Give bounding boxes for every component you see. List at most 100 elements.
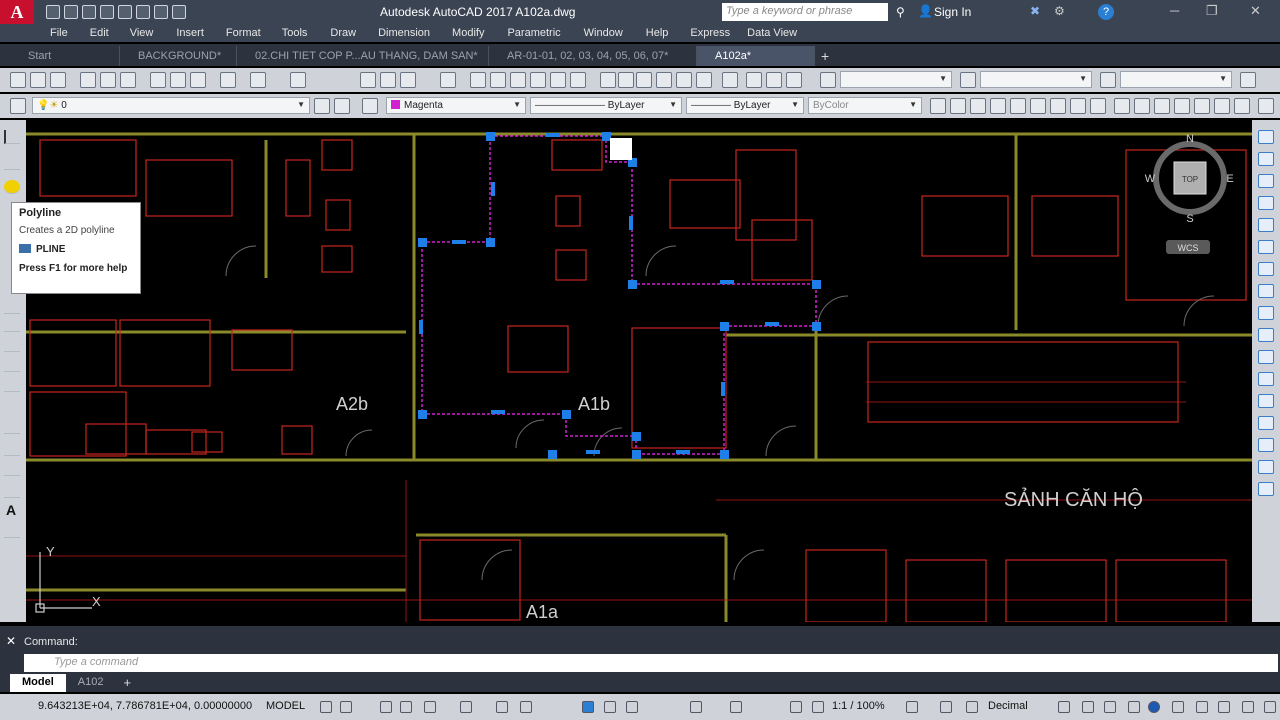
construction-line-icon[interactable] [4, 156, 20, 170]
pan-icon[interactable] [360, 72, 376, 88]
hardware-acceleration-icon[interactable] [1128, 701, 1140, 713]
ortho-icon[interactable] [424, 701, 436, 713]
customization-icon[interactable] [1196, 701, 1208, 713]
layer-iso-icon[interactable] [362, 98, 378, 114]
undo-icon[interactable] [250, 72, 266, 88]
tolerance-icon[interactable] [1194, 98, 1210, 114]
join-icon[interactable] [1258, 394, 1274, 408]
menu-insert[interactable]: Insert [176, 27, 204, 39]
save-icon[interactable] [82, 5, 96, 19]
zoom-realtime-icon[interactable] [380, 72, 396, 88]
selection-grips[interactable] [418, 132, 821, 459]
copy-icon[interactable] [170, 72, 186, 88]
dynamic-input-icon[interactable] [400, 701, 412, 713]
tab-start[interactable]: Start [10, 46, 120, 66]
revcloud-icon[interactable] [4, 300, 20, 314]
dim-style-select[interactable]: ▼ [980, 71, 1092, 88]
center-mark-icon[interactable] [1214, 98, 1230, 114]
text-style-manager-icon[interactable] [820, 72, 836, 88]
qnew-icon[interactable] [10, 72, 26, 88]
command-input[interactable]: Type a command [24, 654, 1278, 672]
make-current-icon[interactable] [314, 98, 330, 114]
diameter-icon[interactable] [1050, 98, 1066, 114]
infer-constraints-icon[interactable] [380, 701, 392, 713]
layer-select[interactable]: 💡☀ 0 ▼ [32, 97, 310, 114]
text-size-icon[interactable] [722, 72, 738, 88]
paste-icon[interactable] [190, 72, 206, 88]
menu-tools[interactable]: Tools [282, 27, 308, 39]
jogged-icon[interactable] [1030, 98, 1046, 114]
binoculars-icon[interactable]: ⚲ [896, 5, 905, 19]
open-icon[interactable] [30, 72, 46, 88]
cut-icon[interactable] [150, 72, 166, 88]
extend-icon[interactable] [1258, 350, 1274, 364]
close-icon[interactable]: ✕ [1250, 3, 1261, 19]
radius-icon[interactable] [1010, 98, 1026, 114]
polyline-icon[interactable] [4, 180, 20, 194]
new-tab-button[interactable]: + [821, 48, 829, 66]
add-selected-icon[interactable] [4, 524, 20, 538]
markup-icon[interactable] [550, 72, 566, 88]
move-icon[interactable] [1258, 240, 1274, 254]
graphics-performance-icon[interactable] [1172, 701, 1184, 713]
help-icon[interactable] [600, 72, 616, 88]
sign-in-button[interactable]: Sign In [934, 5, 971, 19]
menu-format[interactable]: Format [226, 27, 261, 39]
match-properties-icon[interactable] [220, 72, 236, 88]
trim-icon[interactable] [1258, 328, 1274, 342]
save-as-icon[interactable] [100, 5, 114, 19]
hatch-icon[interactable] [4, 442, 20, 456]
quickcalc-icon[interactable] [570, 72, 586, 88]
text-style-select[interactable]: ▼ [840, 71, 952, 88]
add-layout-button[interactable]: + [115, 674, 139, 692]
baseline-icon[interactable] [1114, 98, 1130, 114]
exchange-icon[interactable]: ✖ [1030, 4, 1040, 18]
jogged-linear-icon[interactable] [1258, 98, 1274, 114]
open-icon[interactable] [64, 5, 78, 19]
annotation-scale[interactable]: 1:1 / 100% [832, 700, 885, 712]
menu-draw[interactable]: Draw [330, 27, 356, 39]
connect-icon[interactable]: ⚙ [1054, 4, 1065, 18]
multileader-icon[interactable] [766, 72, 782, 88]
publish-icon[interactable] [120, 72, 136, 88]
model-space-button[interactable]: MODEL [266, 700, 305, 712]
zoom-previous-icon[interactable] [440, 72, 456, 88]
viewport-icon[interactable] [1218, 701, 1230, 713]
chamfer-icon[interactable] [1258, 416, 1274, 430]
tab-layout-a102[interactable]: A102 [66, 674, 116, 692]
layer-state-icon[interactable] [786, 72, 802, 88]
point-icon[interactable] [4, 420, 20, 434]
undo-icon[interactable] [136, 5, 150, 19]
viewcube[interactable]: TOP N S E W WCS [1145, 133, 1234, 254]
drawing-canvas[interactable]: A2b A1b SẢNH CĂN HỘ A1a TOP N S E W WCS … [26, 120, 1252, 623]
scale-icon[interactable] [696, 72, 712, 88]
rotate-icon[interactable] [1258, 262, 1274, 276]
menu-parametric[interactable]: Parametric [507, 27, 560, 39]
continue-icon[interactable] [1134, 98, 1150, 114]
tab-background[interactable]: BACKGROUND* [120, 46, 237, 66]
dimension-icon[interactable] [960, 72, 976, 88]
dimension-style-icon[interactable] [676, 72, 692, 88]
dimension-space-icon[interactable] [1154, 98, 1170, 114]
menu-express[interactable]: Express [690, 27, 730, 39]
copy-object-icon[interactable] [1258, 152, 1274, 166]
quick-dimension-icon[interactable] [1090, 98, 1106, 114]
lock-ui-icon[interactable] [1082, 701, 1094, 713]
gradient-icon[interactable] [4, 462, 20, 476]
dynamic-ucs-icon[interactable] [730, 701, 742, 713]
dimension-break-icon[interactable] [1174, 98, 1190, 114]
restore-icon[interactable]: ❐ [1206, 3, 1218, 19]
insert-block-icon[interactable] [4, 358, 20, 372]
tab-a102a[interactable]: A102a* [697, 46, 815, 66]
properties-icon[interactable] [470, 72, 486, 88]
fillet-icon[interactable] [1258, 438, 1274, 452]
erase-icon[interactable] [1258, 130, 1274, 144]
table-style-icon[interactable] [746, 72, 762, 88]
annotation-visibility-icon[interactable] [790, 701, 802, 713]
object-snap-tracking-icon[interactable] [520, 701, 532, 713]
arc-length-icon[interactable] [970, 98, 986, 114]
active-grip[interactable] [610, 138, 632, 160]
grid-icon[interactable] [320, 701, 332, 713]
close-command-icon[interactable]: ✕ [6, 634, 16, 648]
sheet-set-icon[interactable] [530, 72, 546, 88]
